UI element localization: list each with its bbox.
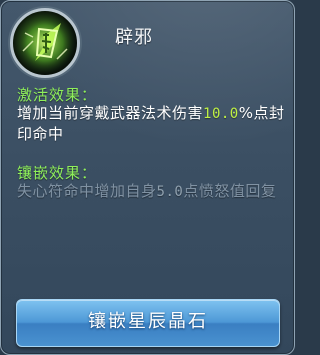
activation-effect-title: 激活效果： xyxy=(17,86,98,104)
jade-talisman-icon xyxy=(15,13,75,73)
item-icon-frame xyxy=(10,8,80,78)
inlay-text-after: 点愤怒值回复 xyxy=(183,182,277,200)
embed-button-label: 镶嵌星辰晶石 xyxy=(88,311,208,332)
inlay-effect-title: 镶嵌效果： xyxy=(17,164,98,182)
item-tooltip-panel: 辟邪 激活效果： 增加当前穿戴武器法术伤害10.0%点封印命中 镶嵌效果： 失心… xyxy=(0,0,295,355)
activation-effect-text: 增加当前穿戴武器法术伤害10.0%点封印命中 xyxy=(17,103,287,144)
inlay-effect-text: 失心符命中增加自身5.0点愤怒值回复 xyxy=(17,181,287,202)
embed-star-crystal-button[interactable]: 镶嵌星辰晶石 xyxy=(16,299,280,347)
inlay-text-before: 失心符命中增加自身 xyxy=(17,182,157,200)
item-name: 辟邪 xyxy=(115,27,153,48)
activation-value: 10.0 xyxy=(203,106,239,122)
inlay-value: 5.0 xyxy=(156,184,184,200)
activation-text-before: 增加当前穿戴武器法术伤害 xyxy=(17,104,204,122)
